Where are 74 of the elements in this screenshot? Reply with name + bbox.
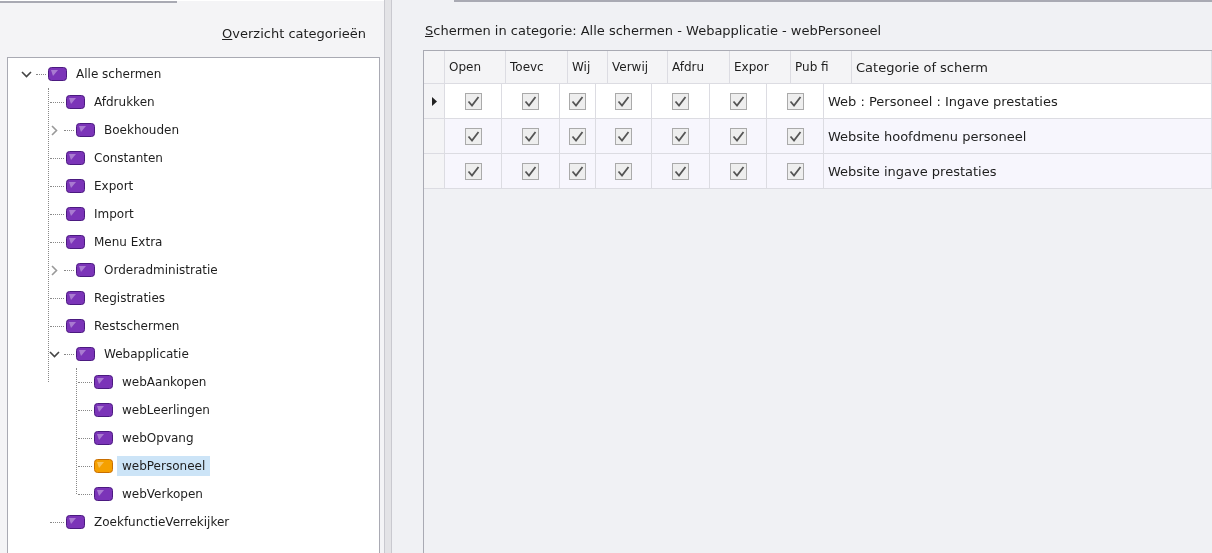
folder-icon xyxy=(66,151,85,165)
chevron-down-icon[interactable] xyxy=(48,350,60,358)
chevron-right-icon[interactable] xyxy=(50,124,58,136)
tree-item[interactable]: Restschermen xyxy=(89,316,185,336)
folder-icon xyxy=(66,515,85,529)
column-header[interactable]: Categorie of scherm xyxy=(852,51,1212,83)
checkbox[interactable] xyxy=(522,92,539,110)
checkbox[interactable] xyxy=(522,162,539,180)
tree-item[interactable]: webPersoneel xyxy=(117,456,211,476)
table-cell: Web : Personeel : Ingave prestaties xyxy=(824,84,1212,118)
tree-item[interactable]: Afdrukken xyxy=(89,92,160,112)
folder-icon xyxy=(76,263,95,277)
checkbox[interactable] xyxy=(729,92,747,110)
checkbox[interactable] xyxy=(786,92,804,110)
column-header[interactable]: Wij xyxy=(568,51,608,83)
checkbox[interactable] xyxy=(464,92,482,110)
tree-item[interactable]: Export xyxy=(89,176,139,196)
folder-icon xyxy=(66,319,85,333)
folder-icon xyxy=(94,487,113,501)
folder-icon xyxy=(48,67,67,81)
checkbox[interactable] xyxy=(672,92,689,110)
folder-icon xyxy=(94,459,113,473)
tree-item[interactable]: ZoekfunctieVerrekijker xyxy=(89,512,235,532)
checkbox[interactable] xyxy=(615,92,632,110)
tree-item[interactable]: Alle schermen xyxy=(71,64,167,84)
folder-icon xyxy=(66,179,85,193)
checkbox[interactable] xyxy=(522,127,539,145)
folder-icon xyxy=(94,403,113,417)
column-header[interactable]: Expor xyxy=(730,51,791,83)
folder-icon xyxy=(76,123,95,137)
checkbox[interactable] xyxy=(729,162,747,180)
panel-title: Overzicht categorieën xyxy=(222,25,366,41)
checkbox[interactable] xyxy=(672,127,689,145)
checkbox[interactable] xyxy=(569,127,586,145)
tree-item[interactable]: Constanten xyxy=(89,148,168,168)
folder-icon xyxy=(76,347,95,361)
column-header[interactable]: Open xyxy=(445,51,506,83)
checkbox[interactable] xyxy=(786,127,804,145)
column-header[interactable]: Afdru xyxy=(668,51,730,83)
panel-title: Schermen in categorie: Alle schermen - Webapplicatie - webPersoneel xyxy=(425,22,882,38)
tree-item[interactable]: webOpvang xyxy=(117,428,199,448)
folder-icon xyxy=(94,431,113,445)
tree-item[interactable]: Orderadministratie xyxy=(99,260,223,280)
checkbox[interactable] xyxy=(615,162,632,180)
column-header[interactable]: Toevc xyxy=(506,51,568,83)
folder-icon xyxy=(94,375,113,389)
checkbox[interactable] xyxy=(569,162,586,180)
tree-item[interactable]: Menu Extra xyxy=(89,232,168,252)
checkbox[interactable] xyxy=(786,162,804,180)
checkbox[interactable] xyxy=(615,127,632,145)
folder-icon xyxy=(66,235,85,249)
column-header[interactable]: Verwij xyxy=(608,51,668,83)
checkbox[interactable] xyxy=(464,127,482,145)
checkbox[interactable] xyxy=(672,162,689,180)
checkbox[interactable] xyxy=(464,162,482,180)
row-header[interactable] xyxy=(424,84,445,118)
table-cell: Website ingave prestaties xyxy=(824,154,1212,188)
checkbox[interactable] xyxy=(569,92,586,110)
column-header[interactable]: Pub fi xyxy=(791,51,852,83)
chevron-down-icon[interactable] xyxy=(20,70,32,78)
table-cell: Website hoofdmenu personeel xyxy=(824,119,1212,153)
tree-item[interactable]: Webapplicatie xyxy=(99,344,194,364)
tree-item[interactable]: Boekhouden xyxy=(99,120,185,140)
tree-item[interactable]: webAankopen xyxy=(117,372,212,392)
row-indicator-icon xyxy=(431,96,437,106)
tree-item[interactable]: webVerkopen xyxy=(117,484,208,504)
folder-icon xyxy=(66,291,85,305)
folder-icon xyxy=(66,207,85,221)
chevron-right-icon[interactable] xyxy=(50,264,58,276)
tree-item[interactable]: Import xyxy=(89,204,139,224)
checkbox[interactable] xyxy=(729,127,747,145)
tree-item[interactable]: webLeerlingen xyxy=(117,400,215,420)
folder-icon xyxy=(66,95,85,109)
tree-item[interactable]: Registraties xyxy=(89,288,171,308)
